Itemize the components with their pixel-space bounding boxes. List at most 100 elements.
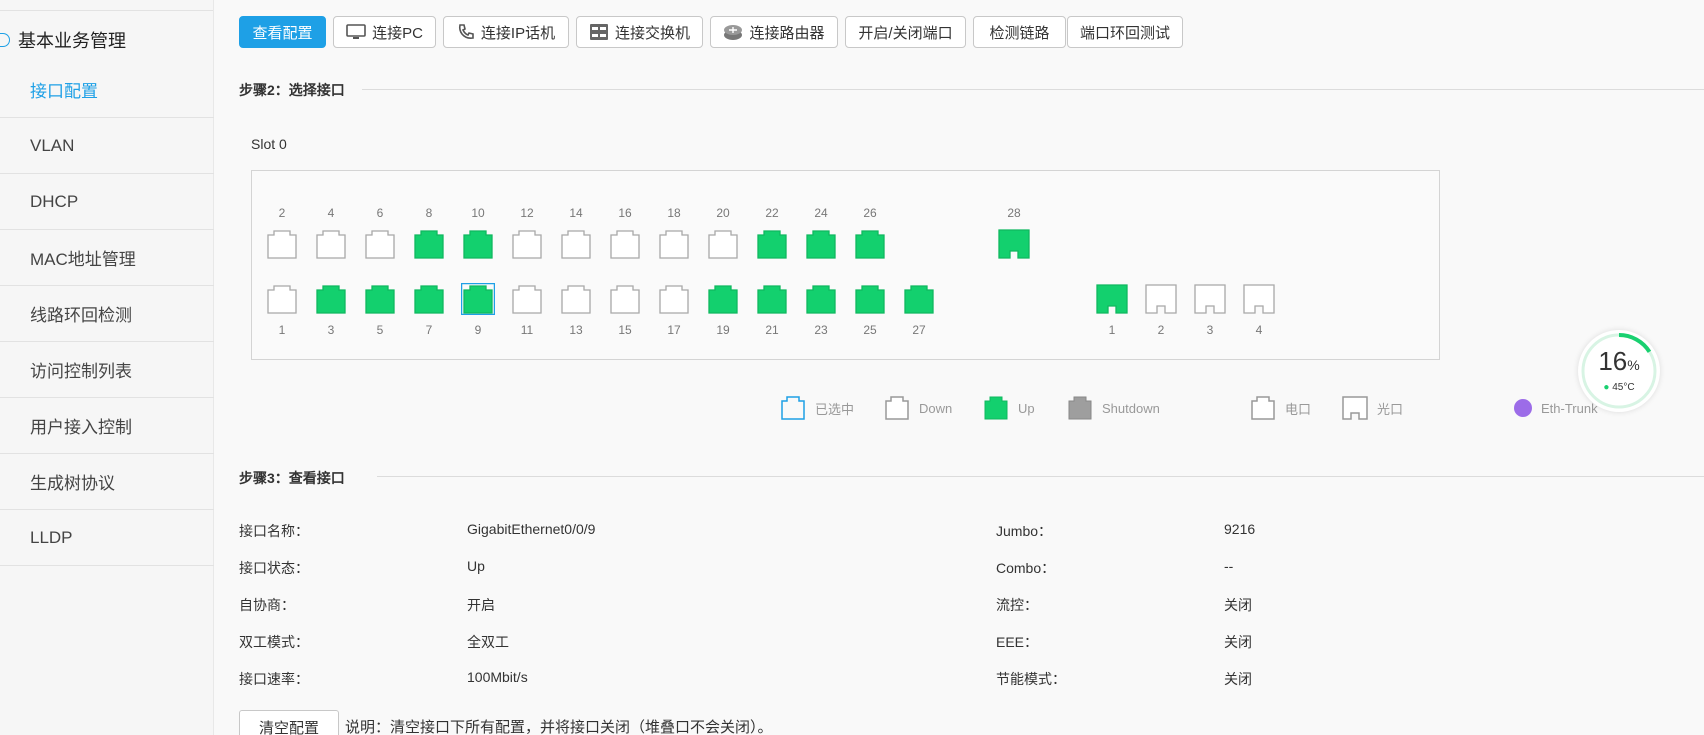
detect-link-label: 检测链路 <box>989 24 1050 42</box>
sidebar-item-stp[interactable]: 生成树协议 <box>0 454 214 510</box>
router-icon <box>723 23 743 41</box>
legend-down-label: Down <box>919 400 953 416</box>
port-number: 7 <box>425 323 433 337</box>
sidebar-item-vlan[interactable]: VLAN <box>0 118 214 174</box>
port-number: 25 <box>863 323 877 337</box>
sidebar-item-mac[interactable]: MAC地址管理 <box>0 230 214 286</box>
port-9[interactable] <box>461 283 495 315</box>
cpu-gauge[interactable]: 16% ● 45°C <box>1578 330 1660 412</box>
port-number: 11 <box>520 323 534 337</box>
port-number: 1 <box>1108 323 1116 337</box>
power-save-value: 关闭 <box>1224 671 1252 687</box>
port-number: 26 <box>863 206 877 220</box>
fiber-port-2[interactable] <box>1144 283 1178 315</box>
port-number: 16 <box>618 206 632 220</box>
port-12[interactable] <box>510 228 544 260</box>
port-8[interactable] <box>412 228 446 260</box>
legend-shutdown-label: Shutdown <box>1102 400 1160 416</box>
port-28[interactable] <box>997 228 1031 260</box>
port-13[interactable] <box>559 283 593 315</box>
electric-port-icon <box>1249 395 1277 421</box>
port-4[interactable] <box>314 228 348 260</box>
optical-port-icon <box>1341 395 1369 421</box>
gauge-temperature: ● 45°C <box>1578 382 1660 393</box>
connect-router-button[interactable]: 连接路由器 <box>710 16 838 48</box>
port-1[interactable] <box>265 283 299 315</box>
port-11[interactable] <box>510 283 544 315</box>
divider <box>377 476 1704 477</box>
sidebar-item-dhcp[interactable]: DHCP <box>0 174 214 230</box>
detect-link-button[interactable]: 检测链路 <box>973 16 1066 48</box>
port-7[interactable] <box>412 283 446 315</box>
clear-config-button[interactable]: 清空配置 <box>239 710 339 735</box>
flow-control-value: 关闭 <box>1224 597 1252 613</box>
phone-icon <box>457 23 475 41</box>
speed-label: 接口速率： <box>239 671 309 687</box>
sidebar-item-loop-detect[interactable]: 线路环回检测 <box>0 286 214 342</box>
port-6[interactable] <box>363 228 397 260</box>
legend-down: Down <box>883 395 952 421</box>
jumbo-label: Jumbo： <box>996 523 1053 539</box>
port-23[interactable] <box>804 283 838 315</box>
port-2[interactable] <box>265 228 299 260</box>
connect-pc-button[interactable]: 连接PC <box>333 16 436 48</box>
connect-switch-button[interactable]: 连接交换机 <box>576 16 703 48</box>
fiber-port-3[interactable] <box>1193 283 1227 315</box>
port-5[interactable] <box>363 283 397 315</box>
sidebar-item-acl[interactable]: 访问控制列表 <box>0 342 214 398</box>
fiber-port-4[interactable] <box>1242 283 1276 315</box>
duplex-label: 双工模式： <box>239 634 309 650</box>
port-number: 12 <box>520 206 534 220</box>
port-number: 21 <box>765 323 779 337</box>
view-config-label: 查看配置 <box>252 24 313 42</box>
nav-group-header[interactable]: 基本业务管理 <box>0 20 126 60</box>
port-25[interactable] <box>853 283 887 315</box>
port-number: 3 <box>1206 323 1214 337</box>
sidebar-item-access-control[interactable]: 用户接入控制 <box>0 398 214 454</box>
legend-electric-label: 电口 <box>1285 401 1312 417</box>
port-18[interactable] <box>657 228 691 260</box>
legend-selected: 已选中 <box>779 395 854 421</box>
port-22[interactable] <box>755 228 789 260</box>
legend-up-label: Up <box>1018 400 1035 416</box>
port-up-icon <box>982 395 1010 421</box>
sidebar-item-lldp[interactable]: LLDP <box>0 510 214 566</box>
fiber-port-1[interactable] <box>1095 283 1129 315</box>
toggle-port-label: 开启/关闭端口 <box>858 24 953 42</box>
slot-label: Slot 0 <box>251 136 287 152</box>
port-20[interactable] <box>706 228 740 260</box>
port-24[interactable] <box>804 228 838 260</box>
port-number: 18 <box>667 206 681 220</box>
port-number: 28 <box>1007 206 1021 220</box>
port-26[interactable] <box>853 228 887 260</box>
port-number: 8 <box>425 206 433 220</box>
port-number: 19 <box>716 323 730 337</box>
port-16[interactable] <box>608 228 642 260</box>
connect-ipphone-button[interactable]: 连接IP话机 <box>443 16 569 48</box>
gauge-temperature-value: 45°C <box>1612 382 1635 393</box>
trunk-dot-icon <box>1513 398 1533 418</box>
sidebar: 基本业务管理 接口配置 VLAN DHCP MAC地址管理 线路环回检测 访问控… <box>0 0 214 735</box>
view-config-button[interactable]: 查看配置 <box>239 16 326 48</box>
port-10[interactable] <box>461 228 495 260</box>
jumbo-value: 9216 <box>1224 521 1256 537</box>
loopback-test-button[interactable]: 端口环回测试 <box>1067 16 1183 48</box>
port-17[interactable] <box>657 283 691 315</box>
port-number: 17 <box>667 323 681 337</box>
monitor-icon <box>346 24 366 40</box>
port-shutdown-icon <box>1066 395 1094 421</box>
port-27[interactable] <box>902 283 936 315</box>
port-3[interactable] <box>314 283 348 315</box>
port-21[interactable] <box>755 283 789 315</box>
power-save-label: 节能模式： <box>996 671 1066 687</box>
legend-selected-label: 已选中 <box>815 401 855 417</box>
sidebar-item-interface-config[interactable]: 接口配置 <box>0 62 214 118</box>
clear-config-note: 说明：清空接口下所有配置，并将接口关闭（堆叠口不会关闭）。 <box>345 719 773 735</box>
autoneg-label: 自协商： <box>239 597 295 613</box>
interface-name-value: GigabitEthernet0/0/9 <box>467 521 596 537</box>
interface-status-label: 接口状态： <box>239 560 309 576</box>
port-19[interactable] <box>706 283 740 315</box>
port-14[interactable] <box>559 228 593 260</box>
toggle-port-button[interactable]: 开启/关闭端口 <box>845 16 966 48</box>
port-15[interactable] <box>608 283 642 315</box>
